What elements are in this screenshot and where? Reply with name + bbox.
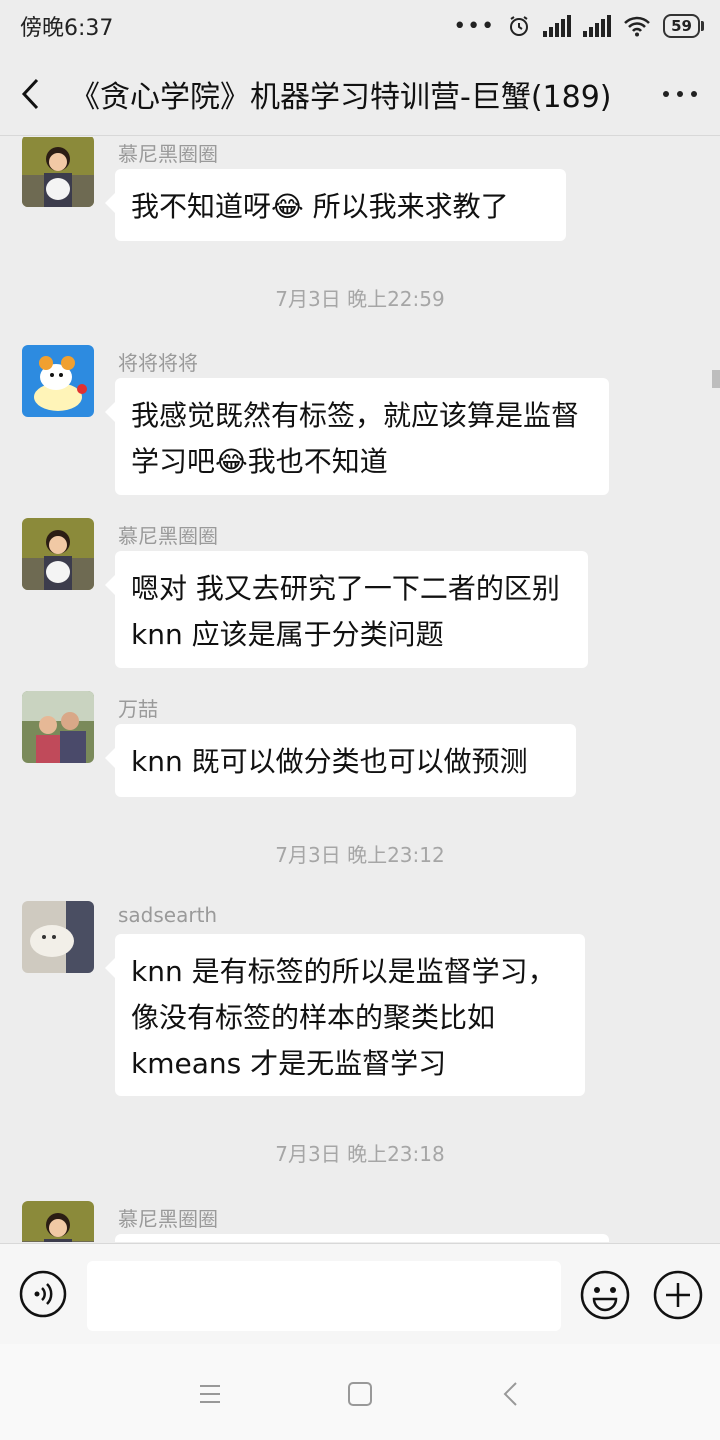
home-button[interactable] [340, 1374, 380, 1414]
chat-header: 《贪心学院》机器学习特训营-巨蟹(189) [0, 52, 720, 136]
sender-name: 慕尼黑圈圈 [118, 524, 218, 548]
avatar-cartoon-icon [22, 345, 94, 417]
avatar-girl-icon [22, 1201, 94, 1242]
avatar[interactable] [22, 137, 94, 207]
emoji-button[interactable] [580, 1270, 630, 1320]
message-input[interactable] [87, 1261, 561, 1331]
status-time: 傍晚6:37 [20, 16, 114, 41]
wifi-icon [624, 16, 651, 37]
message-bubble[interactable]: knn 是有标签的所以是监督学习，像没有标签的样本的聚类比如 kmeans 才是… [105, 934, 585, 1096]
alarm-icon [510, 16, 529, 36]
time-divider: 7月3日 晚上22:59 [275, 287, 445, 311]
chevron-left-icon [21, 78, 39, 109]
avatar-photo-icon [22, 691, 94, 763]
message-bubble[interactable] [115, 1234, 609, 1242]
avatar[interactable] [22, 691, 94, 763]
signal-icon [543, 15, 572, 37]
message-list[interactable]: 慕尼黑圈圈 我不知道呀😂 所以我来求教了 7月3日 晚上22:59 将将将将 我… [0, 137, 720, 1242]
emoji-icon [580, 1270, 630, 1320]
signal-icon-2 [583, 15, 612, 37]
time-divider: 7月3日 晚上23:18 [275, 1142, 445, 1166]
back-button[interactable] [0, 52, 60, 136]
avatar[interactable] [22, 518, 94, 590]
message-bubble[interactable]: 嗯对 我又去研究了一下二者的区别 knn 应该是属于分类问题 [105, 551, 588, 668]
status-icons: ••• 59 [453, 13, 704, 39]
more-dots-icon [663, 90, 669, 97]
battery-icon: 59 [663, 14, 704, 38]
status-bar: 傍晚6:37 ••• 59 [0, 0, 720, 52]
scrollbar[interactable] [712, 370, 720, 388]
more-button[interactable] [640, 52, 720, 136]
message-bubble[interactable]: knn 既可以做分类也可以做预测 [105, 724, 576, 797]
menu-icon [200, 1385, 220, 1403]
avatar-cat-icon [22, 901, 94, 973]
home-icon [348, 1382, 372, 1406]
message-bubble[interactable]: 我感觉既然有标签，就应该算是监督学习吧😂我也不知道 [105, 378, 609, 495]
nav-back-button[interactable] [492, 1374, 532, 1414]
sender-name: 将将将将 [118, 351, 198, 375]
system-nav-bar [0, 1344, 720, 1440]
sender-name: 慕尼黑圈圈 [118, 1207, 218, 1231]
sender-name: 慕尼黑圈圈 [118, 142, 218, 166]
sender-name: sadsearth [118, 903, 218, 927]
plus-icon [653, 1270, 703, 1320]
avatar[interactable] [22, 901, 94, 973]
more-notifications-icon: ••• [453, 13, 496, 39]
chat-title: 《贪心学院》机器学习特训营-巨蟹(189) [70, 79, 612, 115]
avatar-girl-icon [22, 137, 94, 207]
voice-icon [19, 1270, 67, 1318]
avatar[interactable] [22, 1201, 94, 1242]
menu-button[interactable] [190, 1374, 230, 1414]
input-bar [0, 1243, 720, 1344]
voice-button[interactable] [19, 1270, 67, 1318]
back-icon [503, 1382, 517, 1406]
sender-name: 万喆 [118, 697, 158, 721]
avatar-girl-icon [22, 518, 94, 590]
time-divider: 7月3日 晚上23:12 [275, 843, 445, 867]
message-bubble[interactable]: 我不知道呀😂 所以我来求教了 [105, 169, 566, 241]
plus-button[interactable] [653, 1270, 703, 1320]
avatar[interactable] [22, 345, 94, 417]
